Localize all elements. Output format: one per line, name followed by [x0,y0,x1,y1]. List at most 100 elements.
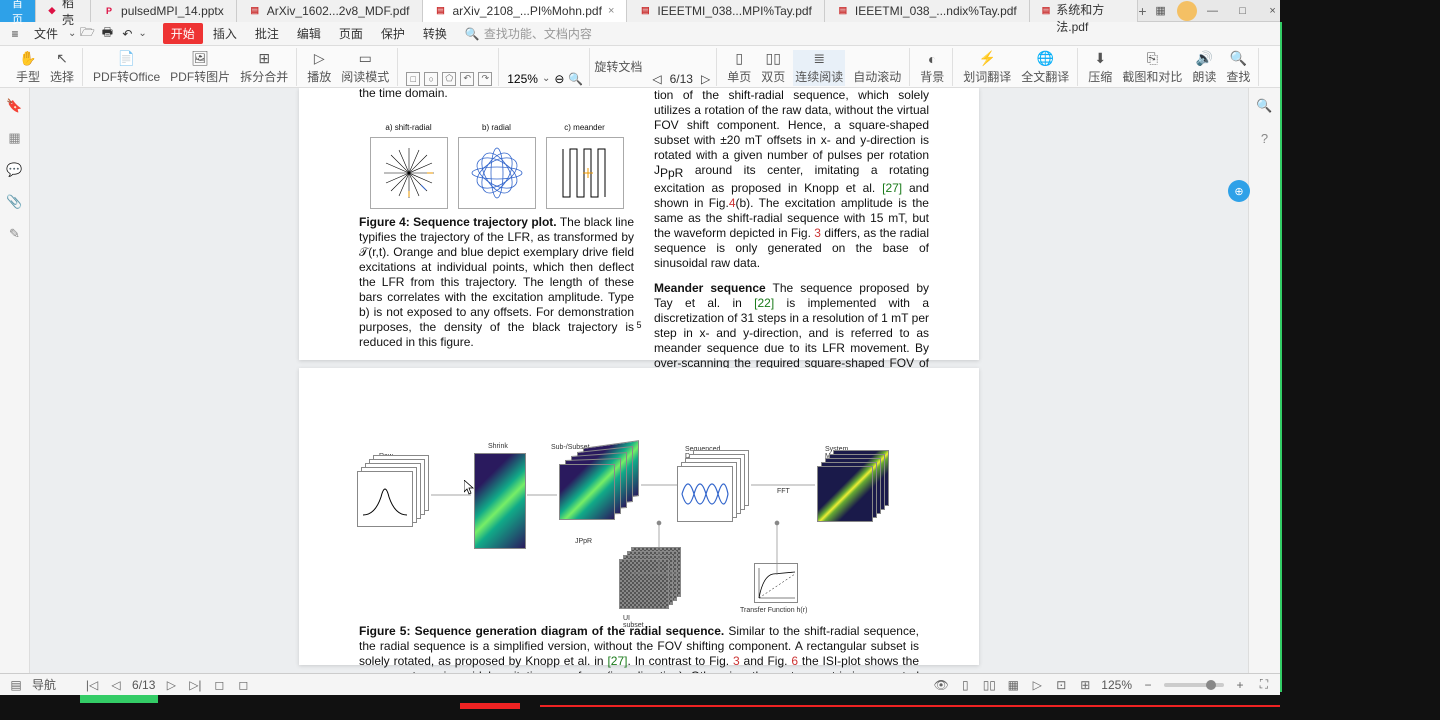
menu-protect[interactable]: 保护 [373,23,413,44]
tab-daoke[interactable]: ◆稻壳 [36,0,91,22]
next-page-button[interactable]: ▷ [163,677,179,693]
status-bar: ▤ 导航 |◁ ◁ 6/13 ▷ ▷| ◻ ◻ 👁 ▯ ▯▯ ▦ ▷ ⊡ ⊞ 1… [0,673,1280,695]
search-box[interactable]: 🔍 查找功能、文档内容 [465,25,592,42]
tool-compress[interactable]: ⬇压缩 [1086,50,1114,86]
fullscreen-button[interactable]: ⛶ [1256,677,1272,693]
zoom-icon[interactable]: 🔍 [1257,98,1273,114]
tool-single[interactable]: ▯单页 [725,50,753,86]
tab-ieeetmi1[interactable]: ▤IEEETMI_038...MPI%Tay.pdf [627,0,825,22]
figure-4: a) shift-radial b) radial [359,123,634,209]
prev-page-button[interactable]: ◁ [108,677,124,693]
help-icon[interactable]: ? [1257,130,1273,146]
marker2-icon[interactable]: ◻ [235,677,251,693]
search-placeholder: 查找功能、文档内容 [484,25,592,42]
tool-pdf2img[interactable]: 🖼PDF转图片 [168,50,232,86]
page-indicator[interactable]: 6/13 [670,72,693,86]
shape-circle-icon[interactable]: ○ [424,72,438,86]
tab-label: arXiv_2108_...PI%Mohn.pdf [453,4,602,18]
thumbnails-icon[interactable]: ▦ [7,130,23,146]
tool-find[interactable]: 🔍查找 [1224,50,1252,86]
rotate-left-icon[interactable]: ↶ [460,72,474,86]
menu-file[interactable]: 文件 [26,23,66,44]
tab-pulsedmpi[interactable]: PpulsedMPI_14.pptx [91,0,237,22]
nav-label[interactable]: 导航 [32,676,56,693]
tool-play[interactable]: ▷播放 [305,50,333,86]
avatar[interactable] [1177,1,1197,21]
page-indicator[interactable]: 6/13 [132,678,155,692]
grid-icon[interactable]: ▦ [1147,1,1175,21]
zoom-in-button[interactable]: + [1232,677,1248,693]
tool-hand[interactable]: ✋手型 [14,50,42,86]
comment-icon[interactable]: 💬 [7,162,23,178]
tool-select[interactable]: ↖选择 [48,50,76,86]
tool-continuous[interactable]: ≣连续阅读 [793,50,845,86]
maximize-button[interactable]: □ [1229,1,1257,21]
tool-crop[interactable]: ⎘截图和对比 [1120,50,1184,86]
tab-arxiv1602[interactable]: ▤ArXiv_1602...2v8_MDF.pdf [237,0,423,22]
eye-icon[interactable]: 👁 [933,677,949,693]
shapes-icon[interactable]: ✎ [7,226,23,242]
zoom-out-icon[interactable]: ⊖ [554,72,564,86]
subfig-label: b) radial [458,123,536,133]
undo-icon[interactable]: ↶ [118,25,136,43]
stage-label: Shrink [488,443,508,450]
document-viewport[interactable]: the time domain. a) shift-radial b) radi… [30,88,1248,673]
tool-autoscroll[interactable]: 自动滚动 [851,67,903,86]
layout2-icon[interactable]: ▯▯ [981,677,997,693]
last-page-button[interactable]: ▷| [187,677,203,693]
attach-icon[interactable]: 📎 [7,194,23,210]
zoom-control[interactable]: 125%⌄⊖🔍 [507,72,583,86]
tool-split[interactable]: ⊞拆分合并 [238,50,290,86]
prev-page-button[interactable]: ◁ [652,72,661,86]
shape-rect-icon[interactable]: □ [406,72,420,86]
open-icon[interactable]: 🗁 [78,25,96,43]
shape-poly-icon[interactable]: ⬠ [442,72,456,86]
tool-readmode[interactable]: ▭阅读模式 [339,50,391,86]
tool-fulltrans[interactable]: 🌐全文翻译 [1019,50,1071,86]
menu-icon[interactable]: ≡ [6,25,24,43]
print-icon[interactable]: 🖶 [98,25,116,43]
chevron-down-icon: ⌄ [68,28,76,39]
layout1-icon[interactable]: ▯ [957,677,973,693]
next-page-button[interactable]: ▷ [701,72,710,86]
minimize-button[interactable]: — [1199,1,1227,21]
menu-edit[interactable]: 编辑 [289,23,329,44]
tab-ieeetmi2[interactable]: ▤IEEETMI_038_...ndix%Tay.pdf [825,0,1030,22]
cursor-icon: ↖ [53,51,71,67]
zoom-in-icon[interactable]: 🔍 [568,72,583,86]
tool-double[interactable]: ▯▯双页 [759,50,787,86]
tab-cn-patent[interactable]: ▤CN111833...系统和方法.pdf [1030,0,1139,22]
right-sidebar: 🔍 ? [1248,88,1280,673]
layout3-icon[interactable]: ▦ [1005,677,1021,693]
tool-rotate[interactable]: 旋转文档 [592,57,644,76]
zoom-slider[interactable] [1164,683,1224,687]
ppt-icon: P [103,5,115,17]
tab-label: 稻壳 [62,0,78,28]
fit-icon[interactable]: ⊡ [1053,677,1069,693]
rotate-right-icon[interactable]: ↷ [478,72,492,86]
tool-wordtrans[interactable]: ⚡划词翻译 [961,50,1013,86]
zoom-out-button[interactable]: − [1140,677,1156,693]
stage-label: JPpR [575,538,592,545]
play-icon[interactable]: ▷ [1029,677,1045,693]
tab-arxiv2108[interactable]: ▤arXiv_2108_...PI%Mohn.pdf× [423,0,628,22]
menu-start[interactable]: 开始 [163,23,203,44]
nav-icon[interactable]: ▤ [8,677,24,693]
tool-read[interactable]: 🔊朗读 [1190,50,1218,86]
new-tab-button[interactable]: + [1138,3,1146,19]
bookmark-icon[interactable]: 🔖 [7,98,23,114]
marker-icon[interactable]: ◻ [211,677,227,693]
menu-convert[interactable]: 转换 [415,23,455,44]
close-button[interactable]: × [1259,1,1287,21]
floating-badge[interactable]: ⊕ [1228,180,1250,202]
menu-page[interactable]: 页面 [331,23,371,44]
tool-bg[interactable]: ◐背景 [918,50,946,86]
close-icon[interactable]: × [608,5,614,17]
first-page-button[interactable]: |◁ [84,677,100,693]
menu-comment[interactable]: 批注 [247,23,287,44]
tab-home[interactable]: 首页 [0,0,36,22]
fit2-icon[interactable]: ⊞ [1077,677,1093,693]
tool-pdf2office[interactable]: 📄PDF转Office [91,50,162,86]
menu-insert[interactable]: 插入 [205,23,245,44]
toolbar: ✋手型 ↖选择 📄PDF转Office 🖼PDF转图片 ⊞拆分合并 ▷播放 ▭阅… [0,46,1280,88]
